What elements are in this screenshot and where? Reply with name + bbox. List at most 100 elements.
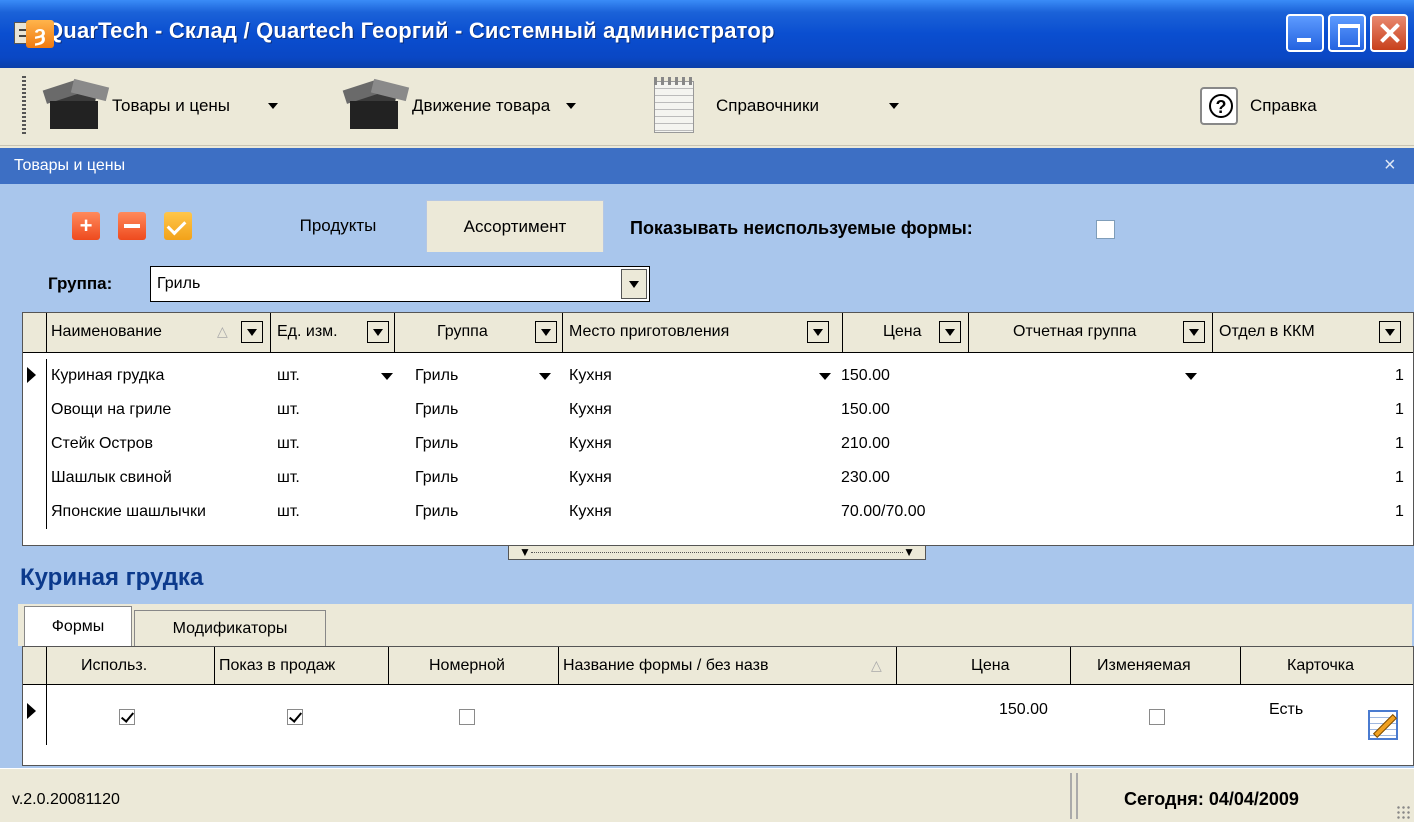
cell-kkm-dept[interactable]: 1 — [1395, 401, 1404, 419]
chevron-down-icon[interactable] — [566, 103, 577, 109]
table-row[interactable]: Стейк Остров шт. Гриль Кухня 210.00 1 — [23, 427, 1413, 461]
column-header-prep-place[interactable]: Место приготовления — [563, 313, 843, 353]
cell-group[interactable]: Гриль — [415, 435, 458, 453]
table-row[interactable]: Японские шашлычки шт. Гриль Кухня 70.00/… — [23, 495, 1413, 529]
filter-button[interactable] — [1379, 321, 1401, 343]
column-header-price[interactable]: Цена — [843, 313, 969, 353]
menu-goods-movement[interactable]: Движение товара — [340, 76, 577, 136]
cell-price[interactable]: 150.00 — [999, 701, 1048, 719]
row-selector[interactable] — [23, 495, 47, 529]
filter-button[interactable] — [807, 321, 829, 343]
cell-prep-place[interactable]: Кухня — [569, 503, 612, 521]
chevron-down-icon[interactable] — [819, 373, 831, 380]
cell-name[interactable]: Куриная грудка — [51, 367, 164, 385]
show-unused-forms-checkbox[interactable] — [1096, 220, 1115, 239]
group-select[interactable]: Гриль — [150, 266, 650, 302]
cell-prep-place[interactable]: Кухня — [569, 401, 612, 419]
column-header-changeable[interactable]: Изменяемая — [1071, 647, 1241, 685]
cell-prep-place[interactable]: Кухня — [569, 367, 612, 385]
column-header-show-in-sale[interactable]: Показ в продаж — [215, 647, 389, 685]
add-button[interactable]: + — [72, 212, 100, 240]
cell-prep-place[interactable]: Кухня — [569, 469, 612, 487]
column-header-card[interactable]: Карточка — [1241, 647, 1413, 685]
chevron-down-icon[interactable] — [381, 373, 393, 380]
close-icon[interactable]: × — [1384, 154, 1396, 177]
row-selector[interactable] — [23, 393, 47, 427]
chevron-down-icon[interactable] — [1185, 373, 1197, 380]
column-header-used[interactable]: Использ. — [47, 647, 215, 685]
filter-button[interactable] — [1183, 321, 1205, 343]
cell-unit[interactable]: шт. — [277, 367, 300, 385]
refresh-button[interactable]: ȝ — [26, 20, 54, 48]
cell-prep-place[interactable]: Кухня — [569, 435, 612, 453]
remove-button[interactable] — [118, 212, 146, 240]
row-selector[interactable] — [23, 685, 47, 745]
column-header-name[interactable]: Наименование △ — [47, 313, 271, 353]
menu-goods-and-prices[interactable]: Товары и цены — [40, 76, 279, 136]
table-row[interactable]: Куриная грудка шт. Гриль Кухня 150.00 1 — [23, 359, 1413, 393]
menu-references[interactable]: Справочники — [646, 76, 899, 136]
tab-assortment[interactable]: Ассортимент — [426, 200, 604, 252]
group-dropdown-button[interactable] — [621, 269, 647, 299]
used-checkbox[interactable] — [119, 709, 135, 725]
chevron-down-icon[interactable] — [268, 103, 279, 109]
row-selector[interactable] — [23, 461, 47, 495]
row-selector[interactable] — [23, 359, 47, 393]
filter-button[interactable] — [367, 321, 389, 343]
cell-unit[interactable]: шт. — [277, 469, 300, 487]
cell-name[interactable]: Стейк Остров — [51, 435, 153, 453]
edit-card-icon[interactable] — [1366, 704, 1406, 742]
tab-products[interactable]: Продукты — [268, 200, 408, 252]
cell-kkm-dept[interactable]: 1 — [1395, 367, 1404, 385]
cell-unit[interactable]: шт. — [277, 503, 300, 521]
cell-group[interactable]: Гриль — [415, 367, 458, 385]
table-row[interactable]: 150.00 Есть — [23, 685, 1413, 745]
cell-price[interactable]: 230.00 — [841, 469, 890, 487]
column-header-form-name[interactable]: Название формы / без назв △ — [559, 647, 897, 685]
filter-button[interactable] — [241, 321, 263, 343]
cell-name[interactable]: Овощи на гриле — [51, 401, 171, 419]
cell-unit[interactable]: шт. — [277, 435, 300, 453]
chevron-down-icon[interactable] — [539, 373, 551, 380]
cell-price[interactable]: 210.00 — [841, 435, 890, 453]
tab-modifiers[interactable]: Модификаторы — [134, 610, 326, 646]
column-header-kkm-dept[interactable]: Отдел в ККМ — [1213, 313, 1413, 353]
column-header-price[interactable]: Цена — [897, 647, 1071, 685]
cell-card[interactable]: Есть — [1269, 701, 1303, 719]
title-bar[interactable]: QuarTech - Склад / Quartech Георгий - Си… — [0, 0, 1414, 68]
column-header-unit[interactable]: Ед. изм. — [271, 313, 395, 353]
cell-price[interactable]: 70.00/70.00 — [841, 503, 926, 521]
table-row[interactable]: Овощи на гриле шт. Гриль Кухня 150.00 1 — [23, 393, 1413, 427]
resize-grip-icon[interactable] — [1396, 805, 1410, 819]
cell-unit[interactable]: шт. — [277, 401, 300, 419]
filter-button[interactable] — [535, 321, 557, 343]
row-selector[interactable] — [23, 427, 47, 461]
cell-price[interactable]: 150.00 — [841, 401, 890, 419]
cell-name[interactable]: Японские шашлычки — [51, 503, 206, 521]
table-row[interactable]: Шашлык свиной шт. Гриль Кухня 230.00 1 — [23, 461, 1413, 495]
numbered-checkbox[interactable] — [459, 709, 475, 725]
cell-price[interactable]: 150.00 — [841, 367, 890, 385]
cell-group[interactable]: Гриль — [415, 503, 458, 521]
cell-kkm-dept[interactable]: 1 — [1395, 435, 1404, 453]
cell-kkm-dept[interactable]: 1 — [1395, 469, 1404, 487]
filter-button[interactable] — [939, 321, 961, 343]
maximize-button[interactable] — [1328, 14, 1366, 52]
cell-group[interactable]: Гриль — [415, 469, 458, 487]
column-header-group[interactable]: Группа — [395, 313, 563, 353]
minimize-button[interactable] — [1286, 14, 1324, 52]
column-header-numbered[interactable]: Номерной — [389, 647, 559, 685]
cell-group[interactable]: Гриль — [415, 401, 458, 419]
cell-name[interactable]: Шашлык свиной — [51, 469, 172, 487]
tab-forms[interactable]: Формы — [24, 606, 132, 646]
cell-kkm-dept[interactable]: 1 — [1395, 503, 1404, 521]
apply-button[interactable] — [164, 212, 192, 240]
menu-help[interactable]: Справка — [1200, 76, 1317, 136]
column-header-report-group[interactable]: Отчетная группа — [969, 313, 1213, 353]
splitter-handle[interactable]: ▼ ▼ — [508, 546, 926, 560]
toolbar-grip[interactable] — [22, 76, 26, 136]
close-window-button[interactable] — [1370, 14, 1408, 52]
show-in-sale-checkbox[interactable] — [287, 709, 303, 725]
changeable-checkbox[interactable] — [1149, 709, 1165, 725]
chevron-down-icon[interactable] — [889, 103, 899, 109]
